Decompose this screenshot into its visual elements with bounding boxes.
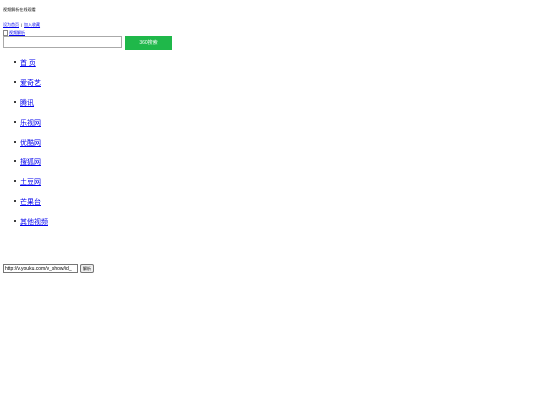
parse-button[interactable]: 解析: [80, 264, 94, 273]
nav-link-tencent[interactable]: 腾讯: [20, 98, 34, 108]
search-input[interactable]: [3, 36, 122, 48]
nav-link-iqiyi[interactable]: 爱奇艺: [20, 78, 41, 88]
nav-link-home[interactable]: 首 页: [20, 58, 36, 68]
search-button[interactable]: 360搜索: [125, 36, 172, 50]
logo-alt-text: 视频解析: [9, 30, 25, 36]
nav-link-other[interactable]: 其他视频: [20, 217, 48, 227]
bullet-icon: [14, 160, 16, 162]
bullet-icon: [14, 141, 16, 143]
bullet-icon: [14, 200, 16, 202]
bullet-icon: [14, 101, 16, 103]
top-links: 设为首页 | 加入收藏: [3, 22, 40, 28]
video-url-input[interactable]: [3, 264, 78, 273]
bullet-icon: [14, 180, 16, 182]
bullet-icon: [14, 220, 16, 222]
bullet-icon: [14, 81, 16, 83]
nav-link-mango[interactable]: 芒果台: [20, 197, 41, 207]
nav-link-sohu[interactable]: 搜狐网: [20, 157, 41, 167]
set-homepage-link[interactable]: 设为首页: [3, 22, 19, 27]
link-separator: |: [21, 22, 23, 27]
nav-link-letv[interactable]: 乐视网: [20, 118, 41, 128]
bullet-icon: [14, 121, 16, 123]
nav-link-tudou[interactable]: 土豆网: [20, 177, 41, 187]
bullet-icon: [14, 61, 16, 63]
nav-link-youku[interactable]: 优酷网: [20, 138, 41, 148]
add-favorite-link[interactable]: 加入收藏: [24, 22, 40, 27]
site-tagline: 视频解析在线观看: [3, 7, 36, 12]
